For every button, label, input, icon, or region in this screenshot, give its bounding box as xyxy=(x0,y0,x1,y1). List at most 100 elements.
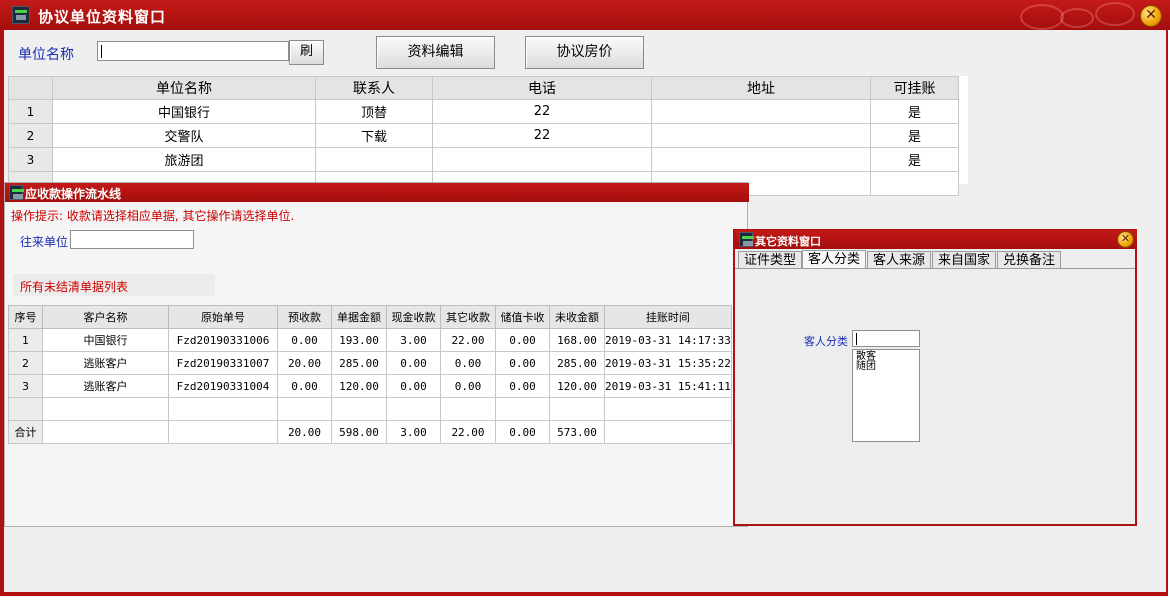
phone-cell[interactable]: 22 xyxy=(432,123,652,148)
unpaid-cell[interactable]: 120.00 xyxy=(549,374,605,398)
row-number[interactable] xyxy=(8,397,43,421)
column-header[interactable]: 未收金额 xyxy=(549,305,605,329)
empty-cell[interactable] xyxy=(870,171,959,196)
amount-cell[interactable]: 120.00 xyxy=(331,374,387,398)
close-icon[interactable]: ✕ xyxy=(1140,5,1162,27)
close-icon[interactable]: ✕ xyxy=(1117,231,1134,248)
guest-category-list[interactable]: 散客 随团 xyxy=(852,349,920,442)
empty-cell[interactable] xyxy=(386,397,441,421)
column-header[interactable]: 联系人 xyxy=(315,76,433,100)
table-row[interactable]: 2 交警队 下载 22 是 xyxy=(8,123,959,148)
column-header[interactable]: 序号 xyxy=(8,305,43,329)
credit-cell[interactable]: 是 xyxy=(870,123,959,148)
unit-name-input[interactable] xyxy=(97,41,289,61)
table-row[interactable]: 3 逃账客户 Fzd20190331004 0.00 120.00 0.00 0… xyxy=(8,374,732,398)
contact-cell[interactable]: 顶替 xyxy=(315,99,433,124)
empty-cell[interactable] xyxy=(168,397,278,421)
unpaid-cell[interactable]: 285.00 xyxy=(549,351,605,375)
row-number[interactable]: 2 xyxy=(8,351,43,375)
other-receipt-cell[interactable]: 0.00 xyxy=(440,374,496,398)
order-number-cell[interactable]: Fzd20190331004 xyxy=(168,374,278,398)
column-header[interactable]: 地址 xyxy=(651,76,871,100)
list-item[interactable]: 随团 xyxy=(856,361,876,372)
column-header[interactable]: 单位名称 xyxy=(52,76,316,100)
tab-guest-category[interactable]: 客人分类 xyxy=(802,250,866,269)
main-title-bar[interactable]: 协议单位资料窗口 ✕ xyxy=(0,0,1170,30)
row-number[interactable]: 2 xyxy=(8,123,53,148)
column-header[interactable]: 现金收款 xyxy=(386,305,441,329)
cash-cell[interactable]: 3.00 xyxy=(386,328,441,352)
empty-cell[interactable] xyxy=(42,397,169,421)
order-number-cell[interactable]: Fzd20190331007 xyxy=(168,351,278,375)
column-header[interactable]: 挂账时间 xyxy=(604,305,732,329)
tab-exchange-note[interactable]: 兑换备注 xyxy=(997,251,1061,269)
phone-cell[interactable] xyxy=(432,147,652,172)
column-header[interactable]: 可挂账 xyxy=(870,76,959,100)
phone-cell[interactable]: 22 xyxy=(432,99,652,124)
credit-cell[interactable]: 是 xyxy=(870,147,959,172)
guest-category-input[interactable] xyxy=(852,330,920,347)
table-row[interactable] xyxy=(8,397,732,421)
row-number[interactable]: 3 xyxy=(8,147,53,172)
row-number[interactable]: 1 xyxy=(8,99,53,124)
table-row[interactable]: 3 旅游团 是 xyxy=(8,147,959,172)
empty-cell[interactable] xyxy=(549,397,605,421)
contact-cell[interactable]: 下载 xyxy=(315,123,433,148)
prepay-cell[interactable]: 0.00 xyxy=(277,328,332,352)
other-receipt-cell[interactable]: 0.00 xyxy=(440,351,496,375)
time-cell[interactable]: 2019-03-31 15:35:22 xyxy=(604,351,732,375)
empty-cell[interactable] xyxy=(331,397,387,421)
credit-cell[interactable]: 是 xyxy=(870,99,959,124)
table-row[interactable]: 1 中国银行 Fzd20190331006 0.00 193.00 3.00 2… xyxy=(8,328,732,352)
unit-name-cell[interactable]: 旅游团 xyxy=(52,147,316,172)
prepay-cell[interactable]: 0.00 xyxy=(277,374,332,398)
unit-name-cell[interactable]: 中国银行 xyxy=(52,99,316,124)
column-header[interactable]: 单据金额 xyxy=(331,305,387,329)
row-number[interactable]: 3 xyxy=(8,374,43,398)
empty-cell[interactable] xyxy=(277,397,332,421)
column-header[interactable]: 电话 xyxy=(432,76,652,100)
tab-id-type[interactable]: 证件类型 xyxy=(738,251,802,269)
customer-cell[interactable]: 中国银行 xyxy=(42,328,169,352)
total-row[interactable]: 合计 20.00 598.00 3.00 22.00 0.00 573.00 xyxy=(8,420,732,444)
cash-cell[interactable]: 0.00 xyxy=(386,351,441,375)
empty-cell[interactable] xyxy=(440,397,496,421)
unpaid-cell[interactable]: 168.00 xyxy=(549,328,605,352)
prepay-cell[interactable]: 20.00 xyxy=(277,351,332,375)
edit-data-button[interactable]: 资料编辑 xyxy=(376,36,495,69)
tab-country[interactable]: 来自国家 xyxy=(932,251,996,269)
address-cell[interactable] xyxy=(651,99,871,124)
partner-unit-input[interactable] xyxy=(70,230,194,249)
column-header[interactable]: 预收款 xyxy=(277,305,332,329)
empty-cell[interactable] xyxy=(604,397,732,421)
column-header[interactable]: 客户名称 xyxy=(42,305,169,329)
other-title-bar[interactable]: 其它资料窗口 ✕ xyxy=(735,230,1137,249)
receivable-title-bar[interactable]: 应收款操作流水线 xyxy=(5,183,749,202)
cash-cell[interactable]: 0.00 xyxy=(386,374,441,398)
address-cell[interactable] xyxy=(651,147,871,172)
column-header[interactable]: 原始单号 xyxy=(168,305,278,329)
order-number-cell[interactable]: Fzd20190331006 xyxy=(168,328,278,352)
refresh-button[interactable]: 刷 xyxy=(289,40,324,65)
customer-cell[interactable]: 逃账客户 xyxy=(42,374,169,398)
agreement-price-button[interactable]: 协议房价 xyxy=(525,36,644,69)
amount-cell[interactable]: 285.00 xyxy=(331,351,387,375)
card-cell[interactable]: 0.00 xyxy=(495,374,550,398)
card-cell[interactable]: 0.00 xyxy=(495,351,550,375)
empty-cell[interactable] xyxy=(495,397,550,421)
card-cell[interactable]: 0.00 xyxy=(495,328,550,352)
table-row[interactable]: 2 逃账客户 Fzd20190331007 20.00 285.00 0.00 … xyxy=(8,351,732,375)
tab-guest-source[interactable]: 客人来源 xyxy=(867,251,931,269)
contact-cell[interactable] xyxy=(315,147,433,172)
column-header[interactable]: 储值卡收 xyxy=(495,305,550,329)
other-receipt-cell[interactable]: 22.00 xyxy=(440,328,496,352)
time-cell[interactable]: 2019-03-31 15:41:11 xyxy=(604,374,732,398)
table-row[interactable]: 1 中国银行 顶替 22 是 xyxy=(8,99,959,124)
column-header[interactable]: 其它收款 xyxy=(440,305,496,329)
customer-cell[interactable]: 逃账客户 xyxy=(42,351,169,375)
address-cell[interactable] xyxy=(651,123,871,148)
row-number[interactable]: 1 xyxy=(8,328,43,352)
unit-name-cell[interactable]: 交警队 xyxy=(52,123,316,148)
amount-cell[interactable]: 193.00 xyxy=(331,328,387,352)
time-cell[interactable]: 2019-03-31 14:17:33 xyxy=(604,328,732,352)
